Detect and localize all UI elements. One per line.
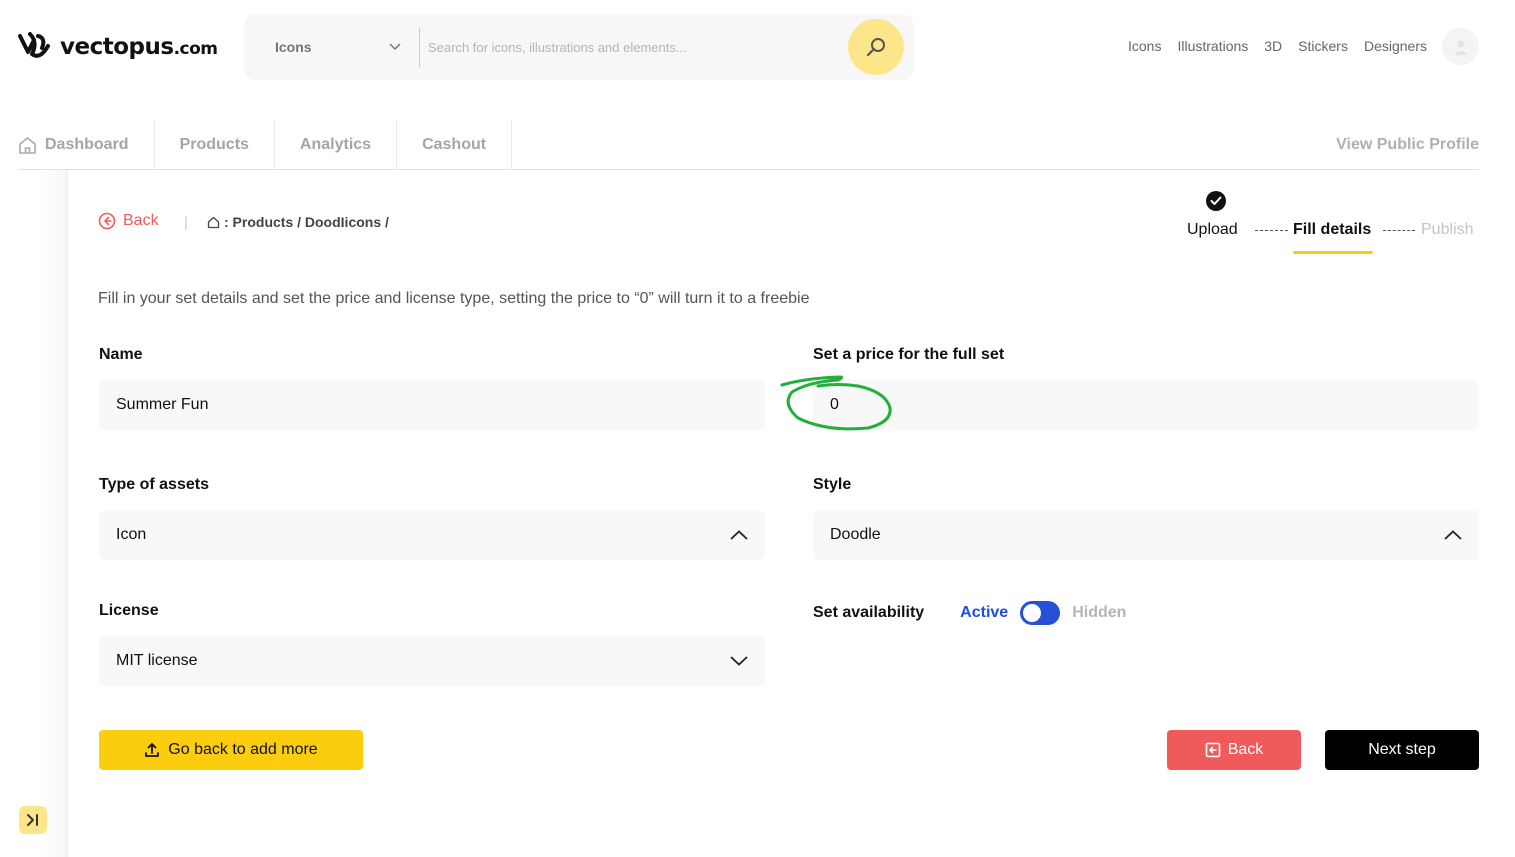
license-value: MIT license (116, 652, 198, 669)
chevron-up-icon (1444, 530, 1462, 540)
upload-icon (145, 743, 160, 757)
nav-designers[interactable]: Designers (1364, 38, 1427, 54)
exit-left-icon (1205, 742, 1221, 758)
price-field-wrapper (813, 380, 1479, 430)
price-label: Set a price for the full set (813, 346, 1005, 363)
site-logo[interactable]: vectopus.com (18, 30, 218, 64)
step-connector (1255, 230, 1288, 231)
check-circle-icon (1206, 191, 1226, 211)
form-instructions: Fill in your set details and set the pri… (98, 290, 810, 307)
back-link[interactable]: Back (98, 212, 159, 230)
arrow-left-circle-icon (98, 212, 116, 230)
avatar[interactable] (1442, 28, 1479, 65)
breadcrumb[interactable]: : Products / DoodIicons / (207, 214, 389, 230)
chevron-down-icon (389, 43, 401, 51)
go-back-add-more-button[interactable]: Go back to add more (99, 730, 363, 770)
chevron-down-icon (730, 656, 748, 666)
home-icon (19, 136, 36, 154)
logo-text: vectopus.com (60, 34, 218, 60)
style-label: Style (813, 476, 852, 493)
view-public-profile-link[interactable]: View Public Profile (1336, 120, 1479, 170)
search-bar: Icons (244, 14, 914, 80)
dashboard-tabs: Dashboard Products Analytics Cashout Vie… (18, 120, 1479, 170)
nav-icons[interactable]: Icons (1128, 38, 1161, 54)
home-icon (207, 216, 220, 228)
breadcrumb-path: : Products / DoodIicons / (224, 214, 389, 230)
license-label: License (99, 602, 159, 619)
type-of-assets-value: Icon (116, 526, 147, 543)
step-publish: Publish (1421, 221, 1474, 238)
style-select[interactable]: Doodle (813, 510, 1479, 560)
tab-cashout[interactable]: Cashout (397, 120, 513, 170)
chevron-up-icon (730, 530, 748, 540)
back-button[interactable]: Back (1167, 730, 1301, 770)
search-icon (866, 38, 885, 57)
tab-dashboard[interactable]: Dashboard (18, 120, 155, 170)
tab-products[interactable]: Products (155, 120, 275, 170)
user-icon (1453, 40, 1468, 55)
availability-row: Set availability Active Hidden (813, 601, 1126, 625)
step-connector (1383, 230, 1415, 231)
back-button-label: Back (1227, 741, 1264, 758)
step-fill-details: Fill details (1293, 221, 1372, 238)
availability-active-label[interactable]: Active (960, 604, 1008, 622)
availability-toggle[interactable] (1020, 601, 1061, 625)
active-step-indicator (1293, 251, 1373, 254)
search-type-label: Icons (275, 39, 312, 55)
expand-right-icon (27, 814, 38, 826)
vectopus-logo-icon (18, 32, 50, 58)
breadcrumb-separator: | (184, 214, 188, 231)
go-back-add-more-label: Go back to add more (168, 741, 318, 758)
toggle-knob (1023, 604, 1042, 622)
top-nav: Icons Illustrations 3D Stickers Designer… (1128, 38, 1427, 54)
search-type-dropdown[interactable]: Icons (244, 14, 419, 80)
step-upload: Upload (1187, 221, 1238, 238)
name-field-wrapper (99, 380, 765, 430)
back-link-label: Back (123, 212, 159, 229)
type-of-assets-label: Type of assets (99, 476, 209, 493)
availability-label: Set availability (813, 604, 925, 621)
name-input[interactable] (116, 396, 748, 414)
tab-dashboard-label: Dashboard (45, 136, 129, 153)
availability-hidden-label[interactable]: Hidden (1072, 604, 1126, 622)
nav-stickers[interactable]: Stickers (1298, 38, 1348, 54)
upload-stepper: Upload Fill details Publish (1186, 190, 1479, 260)
name-label: Name (99, 346, 143, 363)
price-input[interactable] (830, 396, 1462, 414)
nav-illustrations[interactable]: Illustrations (1177, 38, 1248, 54)
tab-analytics[interactable]: Analytics (275, 120, 398, 170)
search-input[interactable] (420, 14, 848, 80)
search-button[interactable] (848, 19, 904, 75)
next-step-button[interactable]: Next step (1325, 730, 1479, 770)
style-value: Doodle (830, 526, 881, 543)
collapsed-sidebar (0, 170, 68, 857)
nav-3d[interactable]: 3D (1264, 38, 1282, 54)
type-of-assets-select[interactable]: Icon (99, 510, 765, 560)
sidebar-expand-button[interactable] (19, 806, 47, 834)
license-select[interactable]: MIT license (99, 636, 765, 686)
